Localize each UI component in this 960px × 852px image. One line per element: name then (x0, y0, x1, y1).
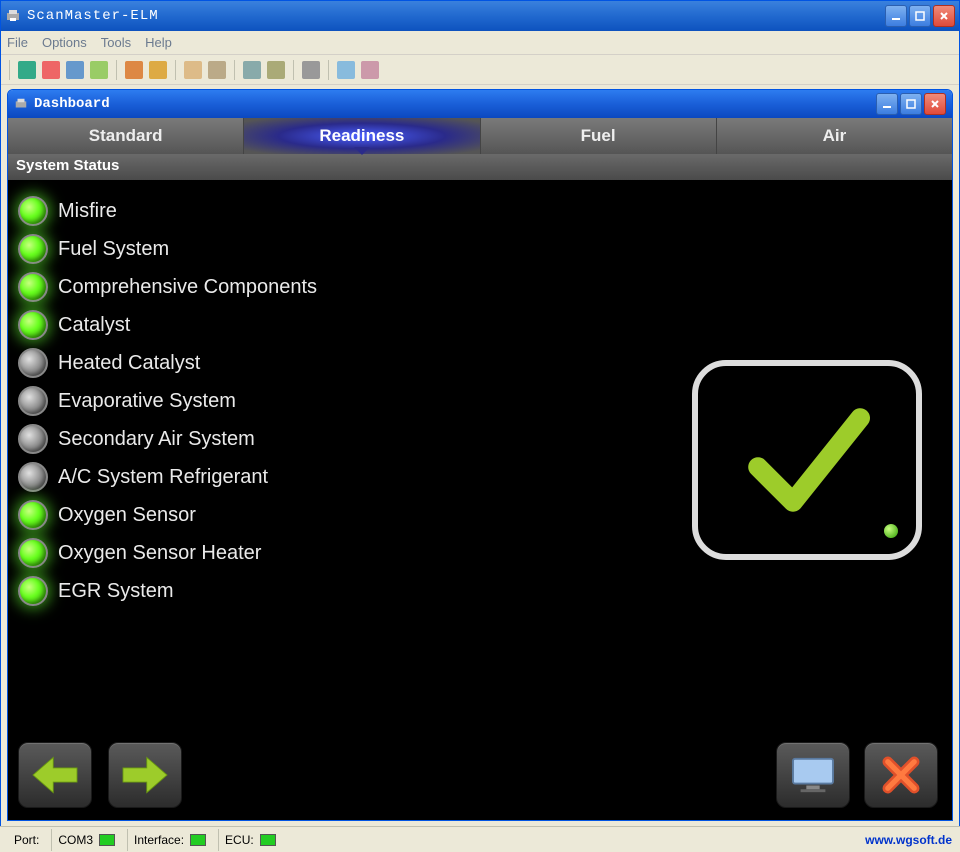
status-led-green-icon (18, 196, 48, 226)
maximize-button[interactable] (909, 5, 931, 27)
status-led-green-icon (18, 538, 48, 568)
status-led-green-icon (18, 234, 48, 264)
toolbar-icon[interactable] (208, 61, 226, 79)
status-bar: Port: COM3 Interface: ECU: www.wgsoft.de (0, 826, 960, 852)
toolbar-icon[interactable] (302, 61, 320, 79)
inner-titlebar: Dashboard (8, 90, 952, 118)
arrow-right-icon (118, 753, 172, 797)
menu-file[interactable]: File (7, 35, 28, 50)
toolbar-icon[interactable] (42, 61, 60, 79)
status-label: Fuel System (58, 238, 169, 261)
tab-readiness[interactable]: Readiness (244, 118, 480, 154)
cancel-button[interactable] (864, 742, 938, 808)
app-icon (5, 8, 21, 24)
status-led-green-icon (18, 272, 48, 302)
status-led-green-icon (18, 500, 48, 530)
status-led-grey-icon (18, 386, 48, 416)
tab-air[interactable]: Air (717, 118, 952, 154)
status-led-green-icon (18, 576, 48, 606)
status-led-grey-icon (18, 462, 48, 492)
statusbar-link[interactable]: www.wgsoft.de (865, 833, 952, 847)
status-row: Comprehensive Components (18, 272, 942, 302)
inner-close-button[interactable] (924, 93, 946, 115)
monitor-icon (789, 755, 837, 795)
toolbar-icon[interactable] (149, 61, 167, 79)
status-label: Secondary Air System (58, 428, 255, 451)
inner-minimize-button[interactable] (876, 93, 898, 115)
next-button[interactable] (108, 742, 182, 808)
tab-bar: Standard Readiness Fuel Air (8, 118, 952, 154)
toolbar (1, 55, 959, 85)
status-led-green-icon (18, 310, 48, 340)
outer-titlebar: ScanMaster-ELM (1, 1, 959, 31)
status-led-grey-icon (18, 424, 48, 454)
status-row: Catalyst (18, 310, 942, 340)
interface-status-indicator (190, 834, 206, 846)
status-row: Misfire (18, 196, 942, 226)
tab-fuel[interactable]: Fuel (481, 118, 717, 154)
port-status-indicator (99, 834, 115, 846)
toolbar-icon[interactable] (125, 61, 143, 79)
status-row: Fuel System (18, 234, 942, 264)
inner-title: Dashboard (34, 96, 876, 112)
menu-help[interactable]: Help (145, 35, 172, 50)
statusbar-interface-label: Interface: (134, 833, 184, 847)
close-icon (879, 753, 923, 797)
prev-button[interactable] (18, 742, 92, 808)
status-dot-icon (884, 524, 898, 538)
app-title: ScanMaster-ELM (27, 8, 885, 24)
app-icon (14, 97, 28, 111)
minimize-button[interactable] (885, 5, 907, 27)
inner-maximize-button[interactable] (900, 93, 922, 115)
status-label: Evaporative System (58, 390, 236, 413)
status-row: EGR System (18, 576, 942, 606)
menu-options[interactable]: Options (42, 35, 87, 50)
arrow-left-icon (28, 753, 82, 797)
status-label: Oxygen Sensor (58, 504, 196, 527)
menu-tools[interactable]: Tools (101, 35, 131, 50)
close-button[interactable] (933, 5, 955, 27)
toolbar-icon[interactable] (361, 61, 379, 79)
status-label: Comprehensive Components (58, 276, 317, 299)
display-button[interactable] (776, 742, 850, 808)
readiness-content: Misfire Fuel System Comprehensive Componen… (8, 180, 952, 820)
status-label: Heated Catalyst (58, 352, 200, 375)
toolbar-icon[interactable] (18, 61, 36, 79)
status-label: A/C System Refrigerant (58, 466, 268, 489)
toolbar-icon[interactable] (337, 61, 355, 79)
status-led-grey-icon (18, 348, 48, 378)
status-label: EGR System (58, 580, 174, 603)
status-label: Catalyst (58, 314, 130, 337)
menubar: File Options Tools Help (1, 31, 959, 55)
toolbar-icon[interactable] (267, 61, 285, 79)
toolbar-icon[interactable] (90, 61, 108, 79)
toolbar-icon[interactable] (66, 61, 84, 79)
checkmark-icon (737, 390, 877, 530)
section-header: System Status (8, 154, 952, 180)
ecu-status-indicator (260, 834, 276, 846)
statusbar-port-value: COM3 (58, 833, 93, 847)
toolbar-icon[interactable] (243, 61, 261, 79)
statusbar-port-label: Port: (14, 833, 39, 847)
toolbar-icon[interactable] (184, 61, 202, 79)
readiness-ok-panel (692, 360, 922, 560)
status-label: Oxygen Sensor Heater (58, 542, 261, 565)
statusbar-ecu-label: ECU: (225, 833, 254, 847)
status-label: Misfire (58, 200, 117, 223)
tab-standard[interactable]: Standard (8, 118, 244, 154)
